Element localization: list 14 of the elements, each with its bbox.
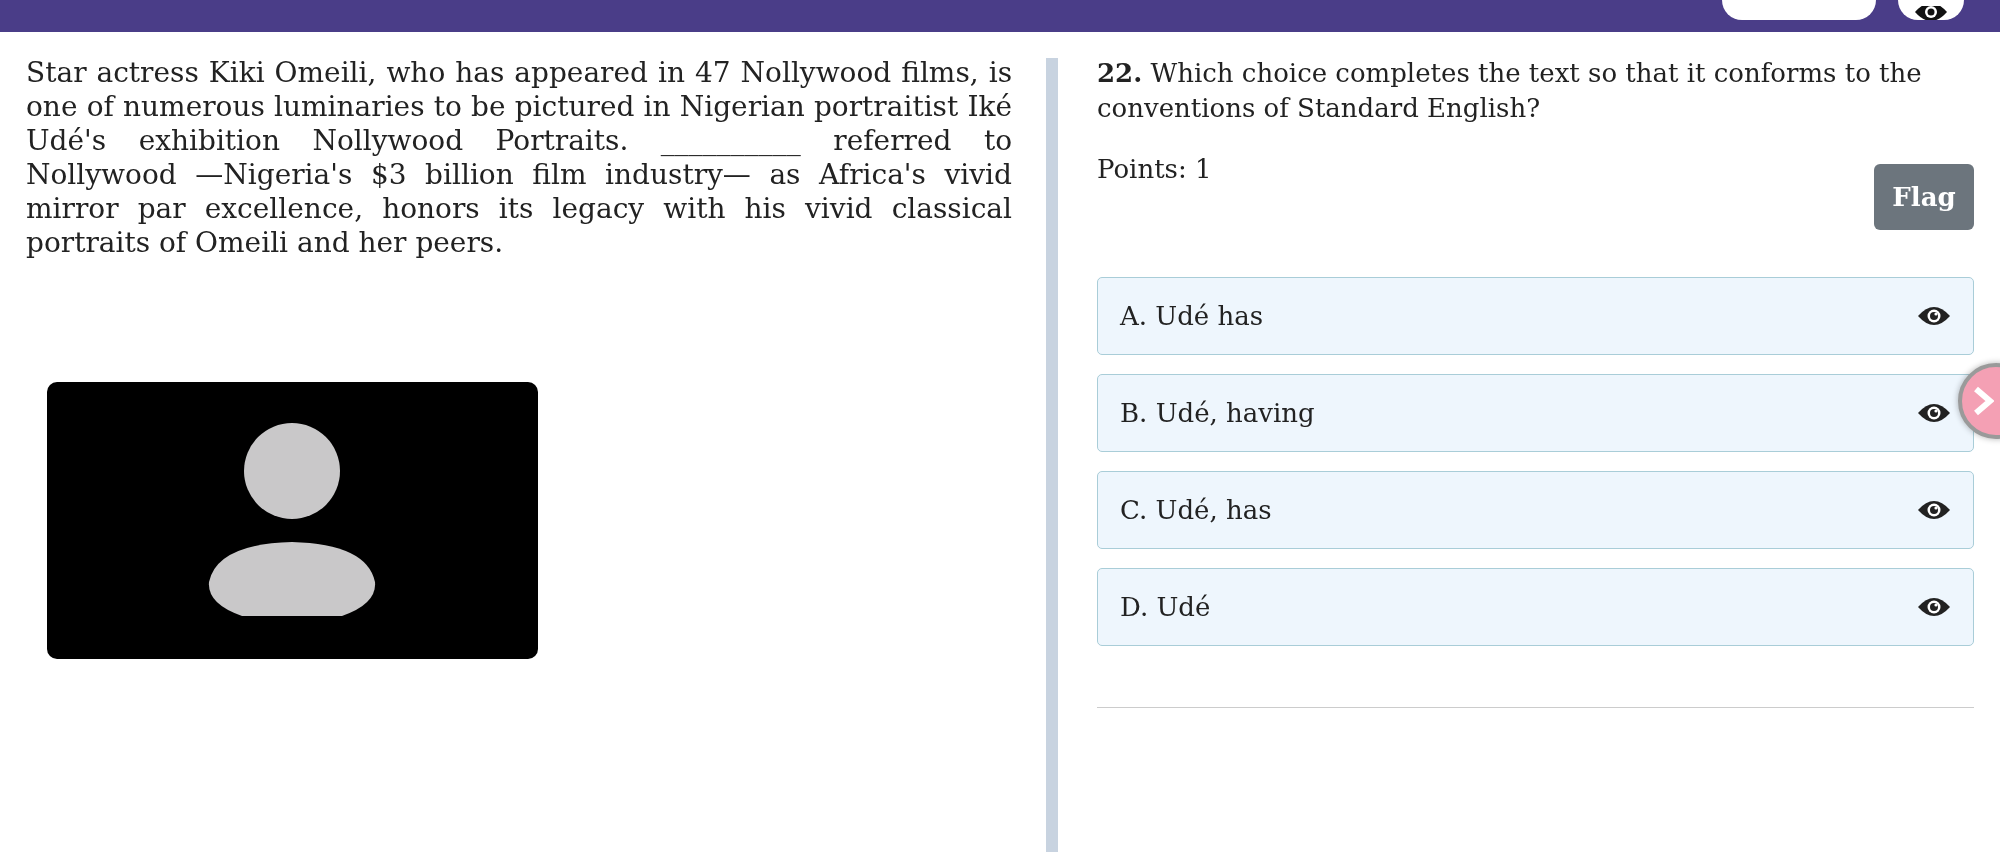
question-text: 22. Which choice completes the text so that it conforms to the conventions of Standard English? <box>1097 57 1923 125</box>
chevron-icon <box>1972 386 1994 416</box>
eye-icon[interactable] <box>1917 595 1951 619</box>
eye-icon[interactable] <box>1917 498 1951 522</box>
answer-option[interactable]: C. Udé, has <box>1097 471 1974 549</box>
answer-option[interactable]: B. Udé, having <box>1097 374 1974 452</box>
passage-text: Star actress Kiki Omeili, who has appeared in 47 Nollywood films, is one of numerous luminaries to be pictured in Nigerian portraitist Iké Udé's exhibition Nollywood Portraits. __________ referred to Nollywood —Nigeria's $3 billion film industry— as Africa's vivid mirror par excellence, honors its legacy with his vivid classical portraits of Omeili and her peers. <box>26 56 1012 260</box>
eye-icon[interactable] <box>1917 401 1951 425</box>
eye-icon <box>1914 6 1948 20</box>
answer-option[interactable]: D. Udé <box>1097 568 1974 646</box>
answer-option[interactable]: A. Udé has <box>1097 277 1974 355</box>
points-label: Points: 1 <box>1097 154 1212 186</box>
eye-icon[interactable] <box>1917 304 1951 328</box>
flag-button[interactable]: Flag <box>1874 164 1974 230</box>
